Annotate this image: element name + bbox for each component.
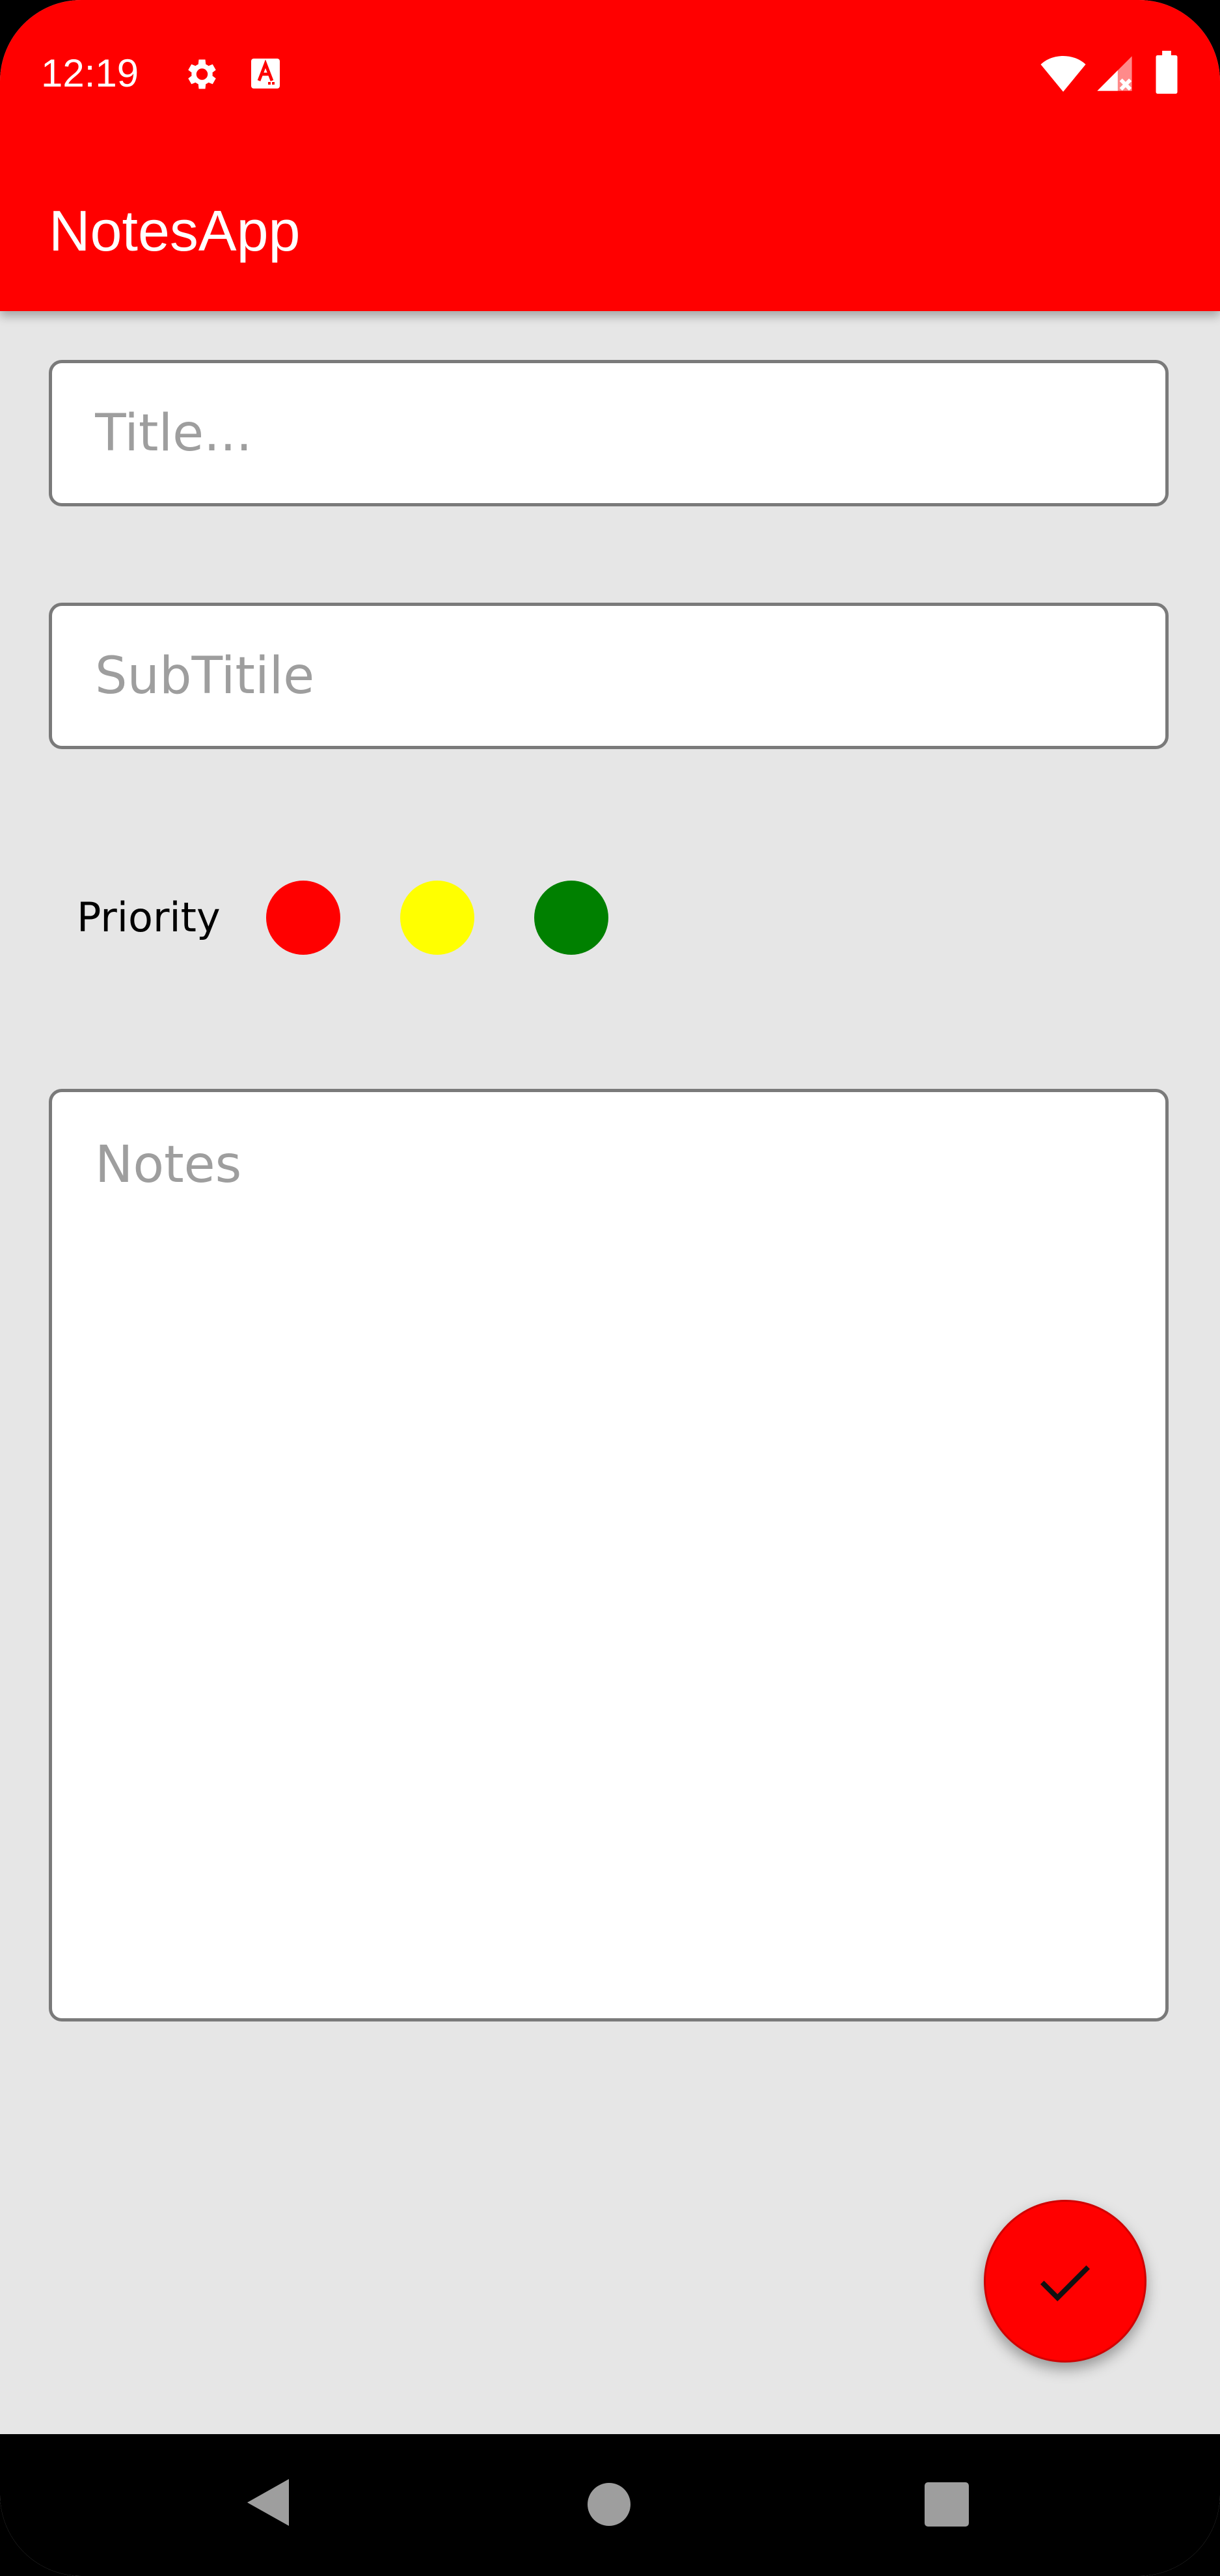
priority-medium-dot[interactable] — [400, 881, 474, 955]
priority-label: Priority — [77, 894, 221, 941]
wifi-icon — [1040, 55, 1086, 92]
subtitle-input[interactable] — [52, 606, 1165, 746]
status-time: 12:19 — [41, 51, 139, 95]
notes-field[interactable] — [49, 1089, 1169, 2021]
priority-low-dot[interactable] — [534, 881, 608, 955]
subtitle-field[interactable] — [49, 603, 1169, 749]
save-fab-button[interactable] — [984, 2200, 1146, 2363]
priority-high-dot[interactable] — [266, 881, 340, 955]
gear-icon — [188, 59, 216, 89]
text-a-icon — [251, 59, 280, 89]
check-icon — [1040, 2265, 1091, 2301]
home-icon[interactable] — [588, 2483, 630, 2526]
app-bar: 12:19 NotesApp — [0, 0, 1220, 311]
navigation-bar — [0, 2434, 1220, 2576]
back-icon[interactable] — [245, 2476, 291, 2528]
battery-icon — [1156, 51, 1178, 94]
app-title: NotesApp — [49, 199, 301, 263]
signal-icon — [1097, 56, 1132, 91]
title-input[interactable] — [52, 363, 1165, 503]
screen: 12:19 NotesApp Priority — [0, 0, 1220, 2576]
title-field[interactable] — [49, 360, 1169, 506]
recents-icon[interactable] — [925, 2482, 969, 2527]
notes-input[interactable] — [52, 1092, 1165, 2018]
